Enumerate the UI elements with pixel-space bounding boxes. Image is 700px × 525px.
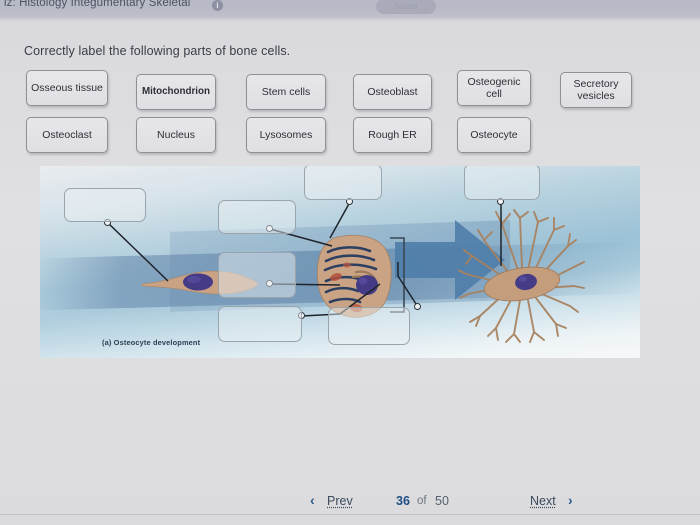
saved-status-pill: Saved xyxy=(376,0,436,14)
prev-button[interactable]: Prev xyxy=(327,494,353,508)
next-button[interactable]: Next xyxy=(530,494,556,508)
question-prompt: Correctly label the following parts of b… xyxy=(24,44,291,58)
quiz-screen: iz: Histology Integumentary Skeletal i S… xyxy=(0,0,700,525)
connector-dot-6 xyxy=(414,303,421,310)
top-bar-underline xyxy=(0,18,700,21)
cell-osteocyte xyxy=(458,209,585,343)
prev-chevron-icon[interactable]: ‹ xyxy=(310,492,315,508)
figure-osteocyte-development: (a) Osteocyte development xyxy=(40,166,640,358)
drop-zone-2[interactable] xyxy=(218,200,296,234)
matrix-bracket xyxy=(390,237,405,313)
drop-zone-7[interactable] xyxy=(464,166,540,200)
page-current: 36 xyxy=(396,494,410,508)
page-of-label: of xyxy=(417,495,427,507)
footer-divider xyxy=(0,514,700,515)
answer-tile-osteocyte[interactable]: Osteocyte xyxy=(457,117,531,153)
info-icon[interactable]: i xyxy=(212,0,223,11)
drop-zone-4[interactable] xyxy=(304,166,382,200)
next-chevron-icon[interactable]: › xyxy=(568,492,573,508)
answer-tile-osseous-tissue[interactable]: Osseous tissue xyxy=(26,70,108,106)
answer-bank: Osseous tissue Mitochondrion Stem cells … xyxy=(26,70,676,164)
answer-tile-secretory-vesicles[interactable]: Secretory vesicles xyxy=(560,72,632,108)
drop-zone-3[interactable] xyxy=(218,252,296,298)
drop-zone-1[interactable] xyxy=(64,188,146,222)
answer-tile-mitochondrion[interactable]: Mitochondrion xyxy=(136,74,216,110)
answer-tile-osteogenic-cell[interactable]: Osteogenic cell xyxy=(457,70,531,106)
answer-tile-stem-cells[interactable]: Stem cells xyxy=(246,74,326,110)
answer-tile-rough-er[interactable]: Rough ER xyxy=(353,117,432,153)
drop-zone-5[interactable] xyxy=(218,306,302,342)
figure-caption: (a) Osteocyte development xyxy=(102,338,201,347)
answer-bank-row-1: Osseous tissue Mitochondrion Stem cells … xyxy=(26,70,676,117)
top-bar: iz: Histology Integumentary Skeletal i S… xyxy=(0,0,700,18)
page-total: 50 xyxy=(435,494,449,508)
question-navigation: ‹ Prev 36 of 50 Next › xyxy=(0,486,700,514)
drop-zone-6[interactable] xyxy=(328,307,410,345)
answer-tile-osteoblast[interactable]: Osteoblast xyxy=(353,74,432,110)
answer-tile-lysosomes[interactable]: Lysosomes xyxy=(246,117,326,153)
answer-tile-osteoclast[interactable]: Osteoclast xyxy=(26,117,108,153)
answer-bank-row-2: Osteoclast Nucleus Lysosomes Rough ER Os… xyxy=(26,117,676,164)
quiz-title: iz: Histology Integumentary Skeletal xyxy=(4,0,191,9)
answer-tile-nucleus[interactable]: Nucleus xyxy=(136,117,216,153)
